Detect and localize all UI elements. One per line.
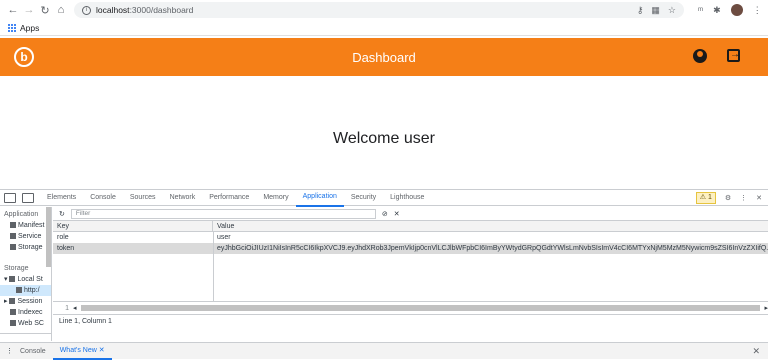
tab-lighthouse[interactable]: Lighthouse	[383, 190, 431, 206]
back-arrow-icon[interactable]: ←	[6, 3, 20, 17]
sidebar-scrollbar[interactable]	[46, 207, 51, 267]
clear-all-icon[interactable]: ⊘	[382, 210, 388, 218]
forward-arrow-icon[interactable]: →	[22, 3, 36, 17]
database-icon	[10, 309, 16, 315]
preview-scrollbar[interactable]	[80, 305, 761, 311]
grid-icon	[16, 287, 22, 293]
delete-selected-icon[interactable]: ✕	[394, 210, 400, 218]
database-icon	[10, 320, 16, 326]
tab-elements[interactable]: Elements	[40, 190, 83, 206]
drawer-tab-console[interactable]: Console	[13, 344, 53, 359]
reload-icon[interactable]: ↻	[38, 3, 52, 17]
table-header: Key Value	[53, 221, 768, 232]
refresh-icon[interactable]: ↻	[59, 210, 65, 218]
tab-performance[interactable]: Performance	[202, 190, 256, 206]
warning-badge[interactable]: ⚠ 1	[695, 191, 716, 204]
filter-bar: ↻ Filter ⊘ ✕	[53, 207, 768, 221]
devtools-panel: Elements Console Sources Network Perform…	[0, 189, 768, 360]
bookmarks-bar: Apps	[0, 20, 768, 36]
drawer-menu-icon[interactable]: ⋮	[6, 347, 13, 355]
sidebar-section-storage: Storage	[4, 265, 29, 272]
settings-gear-icon[interactable]: ⚙	[725, 194, 731, 202]
apps-grid-icon[interactable]	[8, 23, 16, 32]
browser-toolbar: ← → ↻ ⌂ i localhost:3000/dashboard ⚷ ▦ ☆…	[0, 0, 768, 20]
tab-console[interactable]: Console	[83, 190, 123, 206]
file-icon	[10, 222, 16, 228]
grid-icon	[9, 276, 16, 282]
value-preview: 1 ◂ ▸	[53, 302, 768, 315]
database-icon	[10, 244, 16, 250]
account-icon[interactable]	[693, 49, 707, 63]
sidebar-hscrollbar[interactable]	[0, 333, 52, 341]
sidebar-item-local-storage[interactable]: ▾ Local St	[0, 274, 51, 285]
line-number: 1	[65, 304, 69, 312]
bookmark-star-icon[interactable]: ☆	[668, 5, 676, 16]
column-key[interactable]: Key	[53, 221, 213, 231]
storage-table: role user token eyJhbGciOiJIUzI1NiIsInR5…	[53, 232, 768, 302]
sidebar-item-session-storage[interactable]: ▸ Session	[0, 296, 51, 307]
page-title: Dashboard	[352, 49, 416, 65]
tab-sources[interactable]: Sources	[123, 190, 163, 206]
column-value[interactable]: Value	[213, 221, 768, 231]
storage-view: ↻ Filter ⊘ ✕ Key Value role user token e…	[53, 207, 768, 341]
menu-dots-icon[interactable]: ⋮	[753, 5, 762, 16]
info-icon[interactable]: i	[82, 5, 91, 15]
apps-bookmark[interactable]: Apps	[20, 23, 39, 33]
grid-icon	[9, 298, 16, 304]
filter-input[interactable]: Filter	[70, 208, 376, 219]
avatar[interactable]	[730, 4, 743, 16]
status-bar: Line 1, Column 1	[59, 318, 112, 325]
sidebar-item-localhost[interactable]: http:/	[0, 285, 51, 296]
app-header: b Dashboard	[0, 38, 768, 76]
puzzle-icon[interactable]: ✱	[713, 5, 721, 16]
table-row[interactable]: role user	[53, 232, 768, 243]
sidebar-item-websql[interactable]: Web SC	[0, 318, 51, 329]
tab-memory[interactable]: Memory	[256, 190, 295, 206]
key-icon[interactable]: ⚷	[637, 5, 644, 16]
sidebar-section-application: Application	[4, 211, 39, 218]
tab-network[interactable]: Network	[163, 190, 203, 206]
tab-security[interactable]: Security	[344, 190, 383, 206]
devtools-tabbar: Elements Console Sources Network Perform…	[0, 189, 768, 207]
device-toggle-icon[interactable]	[22, 192, 34, 203]
extension-icon[interactable]: ᵐ	[698, 5, 703, 15]
sidebar-item-storage[interactable]: Storage	[0, 242, 51, 253]
devtools-drawer: ⋮ Console What's New ✕ ✕	[0, 342, 768, 360]
address-bar[interactable]: i localhost:3000/dashboard ⚷ ▦ ☆	[74, 2, 684, 18]
inspect-icon[interactable]	[4, 192, 16, 203]
welcome-message: Welcome user	[333, 130, 435, 147]
table-row[interactable]: token eyJhbGciOiJIUzI1NiIsInR5cCI6IkpXVC…	[53, 243, 768, 254]
drawer-close-icon[interactable]: ✕	[752, 346, 760, 357]
logout-icon[interactable]	[727, 47, 740, 63]
drawer-tab-whats-new[interactable]: What's New ✕	[52, 343, 112, 360]
sidebar-item-manifest[interactable]: Manifest	[0, 220, 51, 231]
tab-application[interactable]: Application	[295, 189, 344, 207]
sidebar-item-service-workers[interactable]: Service	[0, 231, 51, 242]
scroll-right-icon[interactable]: ▸	[764, 304, 768, 312]
sidebar-item-indexeddb[interactable]: Indexec	[0, 307, 51, 318]
more-options-icon[interactable]: ⋮	[740, 194, 747, 202]
close-icon[interactable]: ✕	[756, 194, 762, 202]
scroll-left-icon[interactable]: ◂	[73, 304, 77, 312]
translate-icon[interactable]: ▦	[651, 5, 660, 16]
gear-icon	[10, 233, 16, 239]
home-icon[interactable]: ⌂	[54, 3, 68, 17]
url-text: localhost:3000/dashboard	[96, 5, 194, 15]
application-sidebar: Application Manifest Service Storage Sto…	[0, 207, 52, 341]
